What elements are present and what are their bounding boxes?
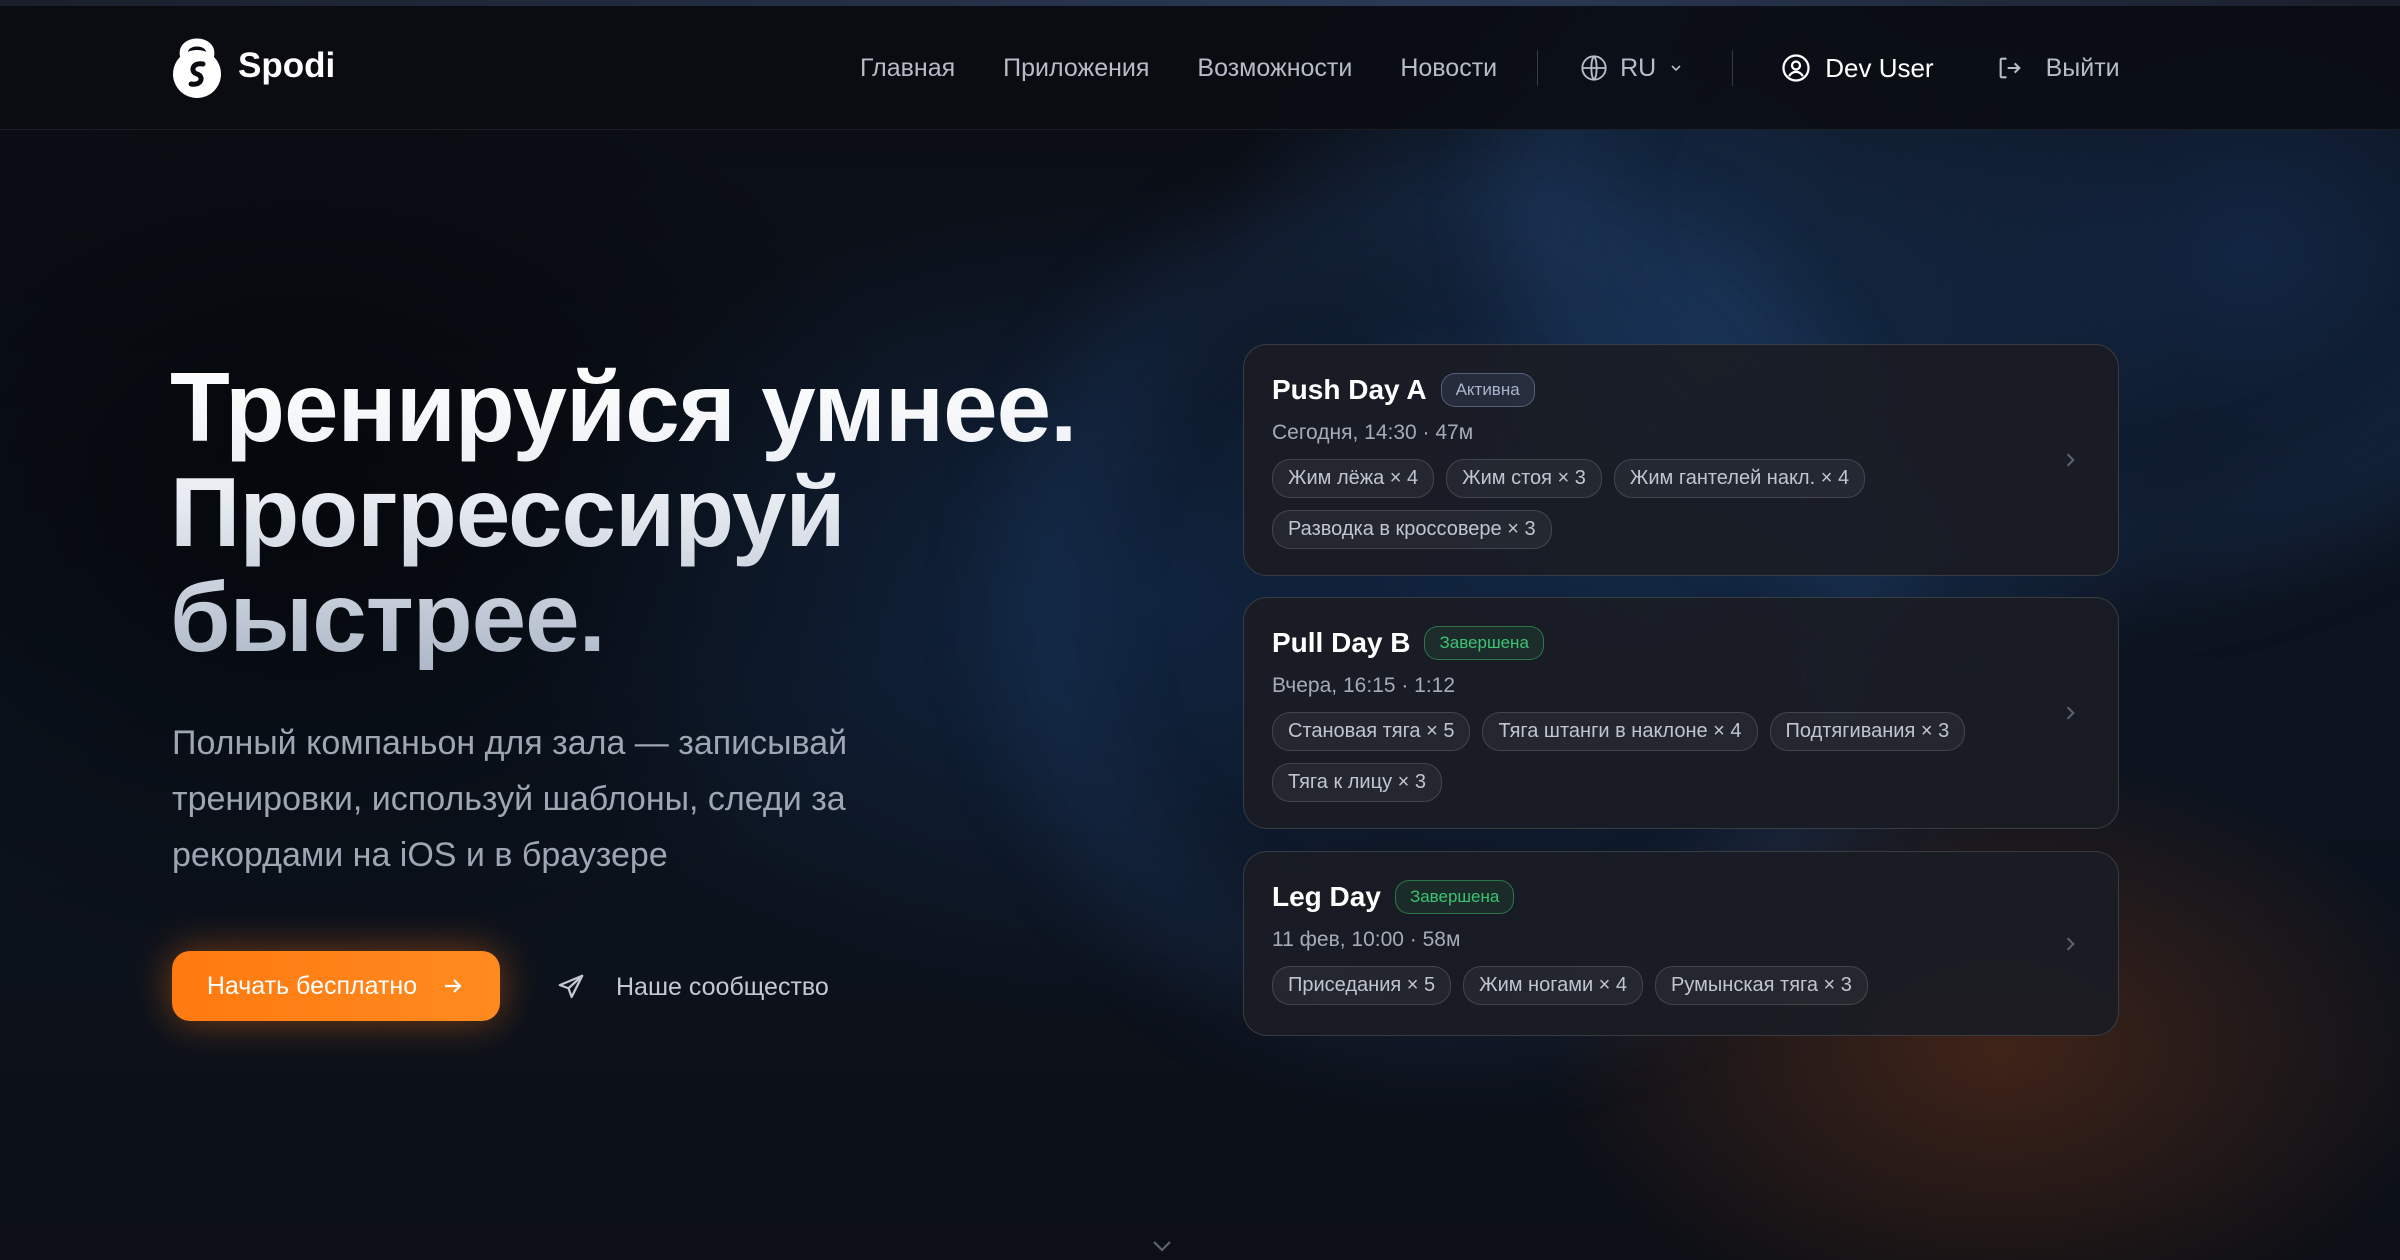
user-name: Dev User: [1825, 52, 1934, 83]
exercise-chip: Румынская тяга × 3: [1655, 966, 1868, 1005]
exercise-chip: Жим гантелей накл. × 4: [1613, 459, 1866, 498]
status-badge: Завершена: [1424, 626, 1544, 660]
nav-divider: [1537, 50, 1539, 86]
globe-icon: [1581, 55, 1607, 81]
language-label: RU: [1620, 53, 1657, 82]
chevron-right-icon: [2066, 937, 2075, 951]
exercise-chip: Жим лёжа × 4: [1272, 459, 1435, 498]
kettlebell-logo-icon: [173, 38, 221, 98]
hero-subtitle: Полный компаньон для зала — записывай тр…: [172, 724, 848, 874]
exercise-chip: Тяга штанги в наклоне × 4: [1482, 712, 1758, 751]
exercise-chip: Жим ногами × 4: [1463, 966, 1644, 1005]
send-icon: [558, 974, 584, 999]
exercise-list: Приседания × 5 Жим ногами × 4 Румынская …: [1272, 966, 2012, 1005]
user-circle-icon: [1782, 54, 1810, 82]
main-nav: Главная Приложения Возможности Новости R…: [860, 6, 2120, 130]
start-free-label: Начать бесплатно: [206, 971, 418, 1000]
logo[interactable]: Spodi: [170, 32, 335, 100]
user-profile-link[interactable]: Dev User: [1781, 52, 1934, 84]
exercise-chip: Становая тяга × 5: [1272, 712, 1471, 751]
logo-text: Spodi: [238, 46, 336, 85]
hero-title-line-2: Прогрессируй: [170, 457, 845, 567]
exercise-list: Становая тяга × 5 Тяга штанги в наклоне …: [1272, 712, 2012, 802]
nav-link-home[interactable]: Главная: [860, 54, 955, 83]
site-header: Spodi Главная Приложения Возможности Нов…: [0, 6, 2400, 130]
workout-card[interactable]: Push Day A Активна Сегодня, 14:30 · 47м …: [1243, 344, 2119, 576]
chevron-right-icon: [2066, 706, 2075, 720]
language-selector[interactable]: RU: [1580, 54, 1684, 83]
workout-card[interactable]: Leg Day Завершена 11 фев, 10:00 · 58м Пр…: [1243, 851, 2119, 1036]
workout-meta: Сегодня, 14:30 · 47м: [1272, 421, 1474, 444]
chevron-down-icon: [1671, 65, 1681, 72]
start-free-button[interactable]: Начать бесплатно: [172, 951, 500, 1021]
hero-title-line-1: Тренируйся умнее.: [170, 352, 1077, 462]
exercise-chip: Тяга к лицу × 3: [1272, 763, 1442, 802]
chevron-right-icon: [2066, 453, 2075, 467]
workout-title: Leg Day: [1272, 881, 1381, 912]
exercise-chip: Разводка в кроссовере × 3: [1272, 510, 1552, 549]
community-link[interactable]: Наше сообщество: [556, 962, 829, 1012]
logout-button[interactable]: Выйти: [1996, 54, 2120, 83]
status-badge: Завершена: [1394, 880, 1515, 914]
scroll-down-icon[interactable]: [1150, 1238, 1174, 1254]
logout-label: Выйти: [2045, 53, 2120, 82]
nav-divider: [1732, 50, 1734, 86]
exercise-chip: Жим стоя × 3: [1446, 459, 1602, 498]
hero-title: Тренируйся умнее. Прогрессируй быстрее.: [170, 355, 1076, 670]
workout-title: Pull Day B: [1272, 627, 1411, 658]
workout-card[interactable]: Pull Day B Завершена Вчера, 16:15 · 1:12…: [1243, 597, 2119, 829]
exercise-chip: Приседания × 5: [1272, 966, 1452, 1005]
workout-meta: Вчера, 16:15 · 1:12: [1272, 674, 1456, 697]
status-badge: Активна: [1440, 373, 1535, 407]
nav-link-apps[interactable]: Приложения: [1003, 54, 1149, 83]
exercise-chip: Подтягивания × 3: [1769, 712, 1966, 751]
workout-title: Push Day A: [1272, 374, 1427, 405]
nav-link-news[interactable]: Новости: [1400, 54, 1497, 83]
exercise-list: Жим лёжа × 4 Жим стоя × 3 Жим гантелей н…: [1272, 459, 2012, 549]
arrow-right-icon: [445, 979, 462, 993]
community-label: Наше сообщество: [616, 972, 829, 1001]
logout-icon: [1999, 57, 2021, 79]
nav-link-features[interactable]: Возможности: [1197, 54, 1352, 83]
hero-title-line-3: быстрее.: [170, 562, 605, 672]
workout-meta: 11 фев, 10:00 · 58м: [1272, 928, 1461, 951]
